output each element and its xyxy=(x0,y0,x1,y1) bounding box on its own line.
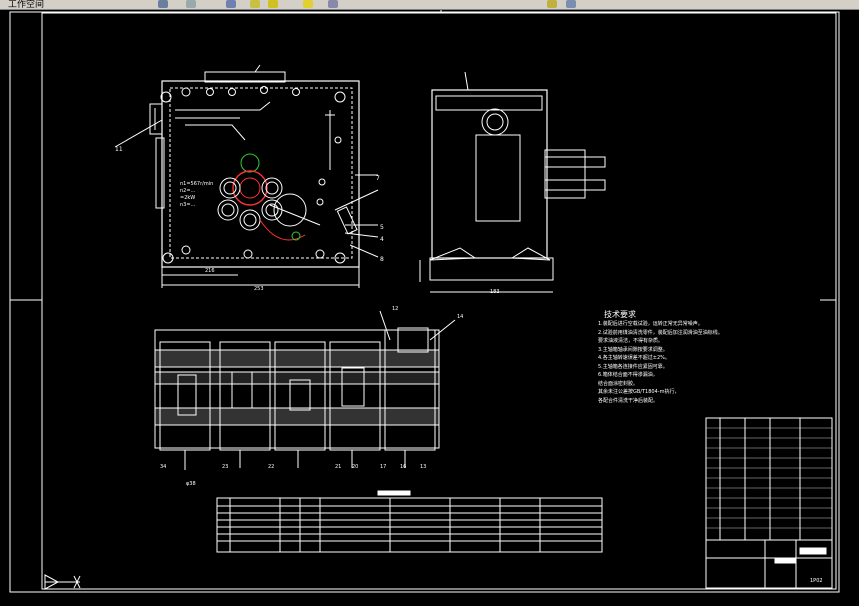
callout-17: 17 xyxy=(380,464,386,470)
outer-border xyxy=(9,11,840,593)
title-block-rows xyxy=(706,427,832,529)
callout-23: 23 xyxy=(222,464,228,470)
callout-34: 34 xyxy=(160,464,166,470)
snap-icon[interactable] xyxy=(547,0,557,8)
front-view xyxy=(114,64,379,288)
tech-line: 2.试验前用煤油清洗零件，装配后加注润滑油至油标线。 xyxy=(598,329,723,336)
tech-title: 技术要求 xyxy=(604,310,636,319)
drawing-number: 1P02 xyxy=(810,578,823,584)
cad-toolbar: 工作空间 xyxy=(0,0,859,10)
tech-line: 4.各主轴转速误差不超过±2%。 xyxy=(598,355,670,361)
title-block xyxy=(705,417,833,589)
dim-dia: φ38 xyxy=(186,481,196,487)
tech-line: 3.主轴箱轴承间隙按要求调整。 xyxy=(598,346,668,353)
cube-icon[interactable] xyxy=(226,0,236,8)
technical-requirements: 技术要求 1.装配后进行空载试验，运转正常无异常噪声。 2.试验前用煤油清洗零件… xyxy=(598,310,798,405)
dim-253: 253 xyxy=(254,286,264,292)
param-3: =2kW xyxy=(180,195,195,201)
layer-icon[interactable] xyxy=(158,0,168,8)
callout-12: 12 xyxy=(392,306,398,312)
speed-params: n1=567r/min n2=... =2kW n3=... xyxy=(180,181,213,208)
callout-16: 16 xyxy=(400,464,406,470)
properties-icon[interactable] xyxy=(186,0,196,8)
bulb-icon[interactable] xyxy=(250,0,260,8)
callout-22: 22 xyxy=(268,464,274,470)
snap-options-icon[interactable] xyxy=(566,0,576,8)
callout-20: 20 xyxy=(352,464,358,470)
callout-8: 8 xyxy=(380,256,384,263)
dim-216: 216 xyxy=(205,268,215,274)
sun-icon[interactable] xyxy=(268,0,278,8)
tech-line: 结合面涂密封胶。 xyxy=(598,380,639,387)
callout-21: 21 xyxy=(335,464,341,470)
param-1: n1=567r/min xyxy=(180,181,213,187)
callout-14: 14 xyxy=(457,314,463,320)
tech-line: 1.装配后进行空载试验，运转正常无异常噪声。 xyxy=(598,321,703,327)
callout-13: 13 xyxy=(420,464,426,470)
callout-4: 4 xyxy=(380,236,384,243)
tech-line: 5.主轴箱各连接件应紧固可靠。 xyxy=(598,363,668,370)
ucs-icon xyxy=(44,574,81,590)
param-2: n2=... xyxy=(180,188,196,194)
tech-line: 要求油液清洁，不得有杂质。 xyxy=(598,338,664,344)
tech-line: 各配合件清洗干净后装配。 xyxy=(598,397,659,404)
cad-drawing: 11 7 5 4 8 n1=567r/min n2=... =2kW n3=..… xyxy=(9,10,840,593)
color-icon[interactable] xyxy=(303,0,313,8)
side-view xyxy=(419,71,606,293)
tech-line: 其余未注公差按GB/T1804-m执行， xyxy=(598,389,680,395)
callout-7: 7 xyxy=(376,175,380,182)
param-4: n3=... xyxy=(180,202,196,208)
callout-11: 11 xyxy=(115,146,123,153)
tech-line: 6.箱体结合面不得渗漏油， xyxy=(598,372,658,378)
drawing-canvas[interactable]: 11 7 5 4 8 n1=567r/min n2=... =2kW n3=..… xyxy=(0,10,859,602)
section-views xyxy=(154,310,456,470)
lock-icon[interactable] xyxy=(328,0,338,8)
workspace-label[interactable]: 工作空间 xyxy=(8,0,44,9)
callout-5: 5 xyxy=(380,224,384,231)
dim-183: 183 xyxy=(490,289,500,295)
parts-table xyxy=(216,490,603,553)
